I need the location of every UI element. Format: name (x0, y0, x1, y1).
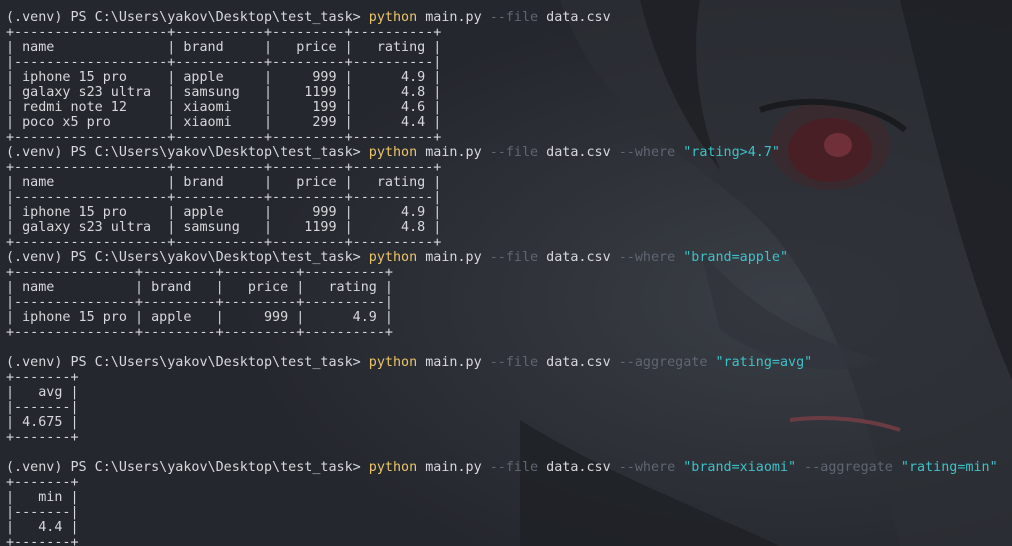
shell-prompt: (.venv) PS C:\Users\yakov\Desktop\test_t… (6, 250, 369, 265)
output-line: | name | brand | price | rating | (6, 280, 393, 295)
shell-prompt: (.venv) PS C:\Users\yakov\Desktop\test_t… (6, 10, 369, 25)
command-line: (.venv) PS C:\Users\yakov\Desktop\test_t… (6, 355, 998, 370)
output-line: +---------------+---------+---------+---… (6, 325, 393, 340)
output-line: |---------------+---------+---------+---… (6, 295, 393, 310)
command-name: python (368, 250, 418, 265)
output-line: | min | (6, 490, 79, 505)
terminal-output[interactable]: (.venv) PS C:\Users\yakov\Desktop\test_t… (6, 10, 998, 546)
output-line: +-------------------+-----------+-------… (6, 130, 442, 145)
script-name: main.py (425, 460, 482, 475)
command-arg: data.csv (546, 145, 611, 160)
command-string-arg: "rating>4.7" (683, 145, 780, 160)
command-name: python (368, 355, 418, 370)
command-name: python (368, 145, 418, 160)
command-flag: --aggregate (804, 460, 893, 475)
shell-prompt: (.venv) PS C:\Users\yakov\Desktop\test_t… (6, 145, 369, 160)
command-string-arg: "brand=xiaomi" (683, 460, 797, 475)
output-line: +---------------+---------+---------+---… (6, 265, 393, 280)
output-line: |-------| (6, 505, 79, 520)
output-line: | poco x5 pro | xiaomi | 299 | 4.4 | (6, 115, 442, 130)
script-name: main.py (425, 10, 482, 25)
command-name: python (368, 10, 418, 25)
output-line: |-------------------+-----------+-------… (6, 190, 442, 205)
output-line: | name | brand | price | rating | (6, 40, 442, 55)
output-line: +-------------------+-----------+-------… (6, 25, 442, 40)
command-string-arg: "rating=min" (900, 460, 998, 475)
command-line: (.venv) PS C:\Users\yakov\Desktop\test_t… (6, 460, 998, 475)
output-line: | 4.4 | (6, 520, 79, 535)
output-line: | avg | (6, 385, 79, 400)
command-flag: --where (618, 145, 676, 160)
script-name: main.py (425, 250, 482, 265)
command-arg: data.csv (546, 10, 611, 25)
command-arg: data.csv (546, 355, 611, 370)
command-flag: --where (618, 460, 676, 475)
output-line: +-------+ (6, 370, 79, 385)
command-name: python (368, 460, 418, 475)
output-line: | iphone 15 pro | apple | 999 | 4.9 | (6, 310, 393, 325)
script-name: main.py (425, 145, 482, 160)
output-line: | redmi note 12 | xiaomi | 199 | 4.6 | (6, 100, 442, 115)
shell-prompt: (.venv) PS C:\Users\yakov\Desktop\test_t… (6, 355, 369, 370)
command-flag: --aggregate (618, 355, 708, 370)
command-string-arg: "brand=apple" (683, 250, 789, 265)
output-line: | galaxy s23 ultra | samsung | 1199 | 4.… (6, 220, 442, 235)
output-line: | name | brand | price | rating | (6, 175, 442, 190)
command-flag: --file (489, 250, 539, 265)
command-flag: --file (489, 145, 539, 160)
script-name: main.py (425, 355, 482, 370)
output-line: +-------+ (6, 430, 79, 445)
command-line: (.venv) PS C:\Users\yakov\Desktop\test_t… (6, 145, 998, 160)
command-string-arg: "rating=avg" (715, 355, 813, 370)
output-line: | 4.675 | (6, 415, 79, 430)
output-line: |-------------------+-----------+-------… (6, 55, 442, 70)
output-line: +-------+ (6, 475, 79, 490)
command-flag: --where (618, 250, 676, 265)
command-arg: data.csv (546, 250, 611, 265)
command-flag: --file (489, 355, 539, 370)
output-line: | iphone 15 pro | apple | 999 | 4.9 | (6, 70, 442, 85)
command-flag: --file (489, 460, 539, 475)
command-line: (.venv) PS C:\Users\yakov\Desktop\test_t… (6, 250, 998, 265)
command-arg: data.csv (546, 460, 611, 475)
command-flag: --file (489, 10, 539, 25)
output-line: |-------| (6, 400, 79, 415)
shell-prompt: (.venv) PS C:\Users\yakov\Desktop\test_t… (6, 460, 369, 475)
output-line: | galaxy s23 ultra | samsung | 1199 | 4.… (6, 85, 442, 100)
output-line: +-------------------+-----------+-------… (6, 235, 442, 250)
output-line: +-------+ (6, 535, 79, 546)
output-line: | iphone 15 pro | apple | 999 | 4.9 | (6, 205, 442, 220)
command-line: (.venv) PS C:\Users\yakov\Desktop\test_t… (6, 10, 998, 25)
output-line: +-------------------+-----------+-------… (6, 160, 442, 175)
